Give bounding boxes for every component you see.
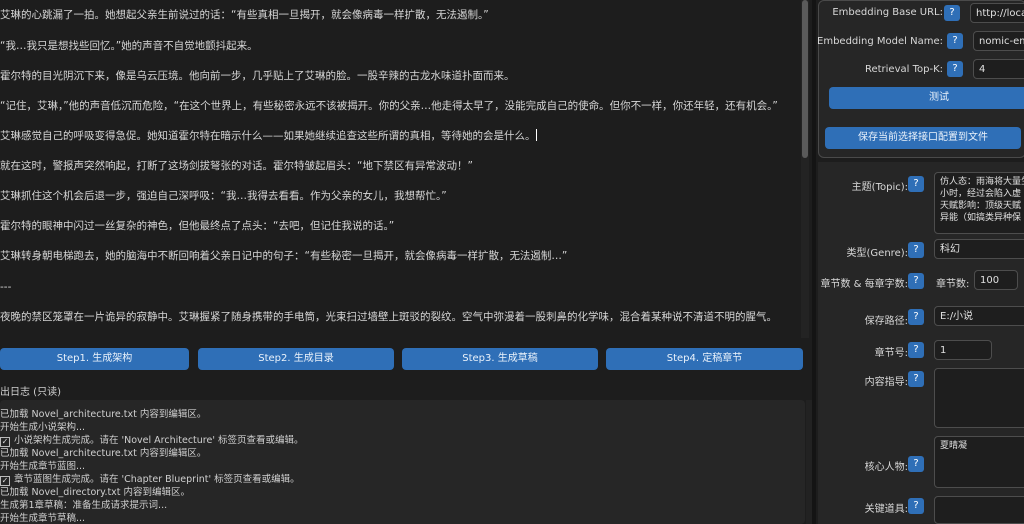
help-icon[interactable]: ? — [947, 33, 963, 49]
log-line-text: 开始生成章节蓝图... — [0, 461, 86, 472]
log-line: 已加载 Novel_architecture.txt 内容到编辑区。 — [0, 409, 206, 421]
chapter-number-input[interactable]: 1 — [934, 340, 992, 360]
log-label: 出日志 (只读) — [0, 387, 61, 398]
log-line-text: 生成第1章草稿：准备生成请求提示词... — [0, 500, 168, 511]
log-line: 开始生成小说架构... — [0, 422, 85, 434]
help-icon[interactable]: ? — [908, 456, 924, 472]
embedding-base-url-input[interactable]: http://local — [970, 3, 1024, 23]
step1-generate-architecture-button[interactable]: Step1. 生成架构 — [0, 348, 189, 370]
help-icon[interactable]: ? — [908, 371, 924, 387]
log-line-text: 已加载 Novel_architecture.txt 内容到编辑区。 — [0, 448, 207, 459]
editor-scrollbar[interactable] — [801, 0, 809, 338]
help-icon[interactable]: ? — [908, 176, 924, 192]
log-line-text: 章节蓝图生成完成。请在 'Chapter Blueprint' 标签页查看或编辑… — [14, 474, 300, 485]
core-characters-label: 核心人物: — [864, 462, 908, 473]
help-icon[interactable]: ? — [908, 242, 924, 258]
core-characters-textarea[interactable]: 夏晴凝 — [934, 436, 1024, 488]
retrieval-topk-label: Retrieval Top-K: — [864, 64, 943, 75]
log-line: ✓ 小说架构生成完成。请在 'Novel Architecture' 标签页查看或… — [0, 435, 303, 447]
embedding-model-input[interactable]: nomic-emb — [973, 31, 1024, 51]
editor-line: 夜晚的禁区笼罩在一片诡异的寂静中。艾琳握紧了随身携带的手电筒，光束扫过墙壁上斑驳… — [0, 311, 777, 323]
topic-label: 主题(Topic): — [851, 182, 908, 193]
editor-line: “我…我只是想找些回忆。”她的声音不自觉地颤抖起来。 — [0, 40, 258, 52]
text-caret — [535, 129, 537, 141]
editor-line: 艾琳转身朝电梯跑去，她的脑海中不断回响着父亲日记中的句子：“有些秘密一旦揭开，就… — [0, 250, 568, 262]
panel-divider[interactable] — [812, 0, 816, 524]
editor-line: 艾琳的心跳漏了一拍。她想起父亲生前说过的话：“有些真相一旦揭开，就会像病毒一样扩… — [0, 9, 489, 21]
content-guidance-label: 内容指导: — [864, 377, 908, 388]
key-items-textarea[interactable] — [934, 496, 1024, 524]
check-icon: ✓ — [0, 437, 10, 447]
log-line-text: 小说架构生成完成。请在 'Novel Architecture' 标签页查看或编… — [14, 435, 304, 446]
help-icon[interactable]: ? — [944, 5, 960, 21]
chapter-number-label: 章节号: — [874, 348, 908, 359]
log-line: 已加载 Novel_directory.txt 内容到编辑区。 — [0, 487, 190, 499]
log-line-text: 已加载 Novel_architecture.txt 内容到编辑区。 — [0, 409, 207, 420]
save-config-button[interactable]: 保存当前选择接口配置到文件 — [825, 127, 1021, 149]
test-button[interactable]: 测试 — [829, 87, 1024, 109]
step4-finalize-chapter-button[interactable]: Step4. 定稿章节 — [606, 348, 803, 370]
log-line: ✓ 章节蓝图生成完成。请在 'Chapter Blueprint' 标签页查看或编… — [0, 474, 300, 486]
log-line: 开始生成章节蓝图... — [0, 461, 85, 473]
editor-line: 霍尔特的眼神中闪过一丝复杂的神色，但他最终点了点头：“去吧，但记住我说的话。” — [0, 220, 395, 232]
editor-line: 艾琳抓住这个机会后退一步，强迫自己深呼吸：“我…我得去看看。作为父亲的女儿，我想… — [0, 190, 447, 202]
key-items-label: 关键道具: — [864, 504, 908, 515]
step3-generate-draft-button[interactable]: Step3. 生成草稿 — [402, 348, 598, 370]
editor-scrollbar-thumb[interactable] — [802, 0, 808, 158]
chapter-count-label: 章节数: — [936, 279, 970, 290]
step2-generate-directory-button[interactable]: Step2. 生成目录 — [198, 348, 394, 370]
embedding-base-url-label: Embedding Base URL: — [832, 7, 943, 18]
log-line: 开始生成章节草稿... — [0, 513, 85, 524]
novel-params-panel: 主题(Topic): ? 仿人态：雨海将大量生 小时，经过会陷入虚 天赋影响：顶… — [818, 162, 1024, 524]
chapter-editor[interactable]: 艾琳的心跳漏了一拍。她想起父亲生前说过的话：“有些真相一旦揭开，就会像病毒一样扩… — [0, 0, 800, 338]
chapters-label: 章节数 & 每章字数: — [820, 279, 908, 290]
editor-line: “记住，艾琳，”他的声音低沉而危险，“在这个世界上，有些秘密永远不该被揭开。你的… — [0, 100, 778, 112]
embedding-config-panel: Embedding Base URL: ? http://local Embed… — [817, 0, 1024, 158]
topic-textarea[interactable]: 仿人态：雨海将大量生 小时，经过会陷入虚 天赋影响：顶级天赋 异能（如搞类异种保 — [934, 172, 1024, 234]
save-path-label: 保存路径: — [864, 316, 908, 327]
genre-input[interactable]: 科幻 — [934, 239, 1024, 259]
retrieval-topk-input[interactable]: 4 — [973, 59, 1024, 79]
step-toolbar: Step1. 生成架构 Step2. 生成目录 Step3. 生成草稿 Step… — [0, 348, 805, 372]
log-line-text: 已加载 Novel_directory.txt 内容到编辑区。 — [0, 487, 191, 498]
help-icon[interactable]: ? — [908, 342, 924, 358]
log-line: 已加载 Novel_architecture.txt 内容到编辑区。 — [0, 448, 206, 460]
embedding-model-label: Embedding Model Name: — [817, 36, 943, 47]
check-icon: ✓ — [0, 476, 10, 486]
chapter-count-input[interactable]: 100 — [974, 270, 1018, 290]
editor-line: 艾琳感觉自己的呼吸变得急促。她知道霍尔特在暗示什么——如果她继续追查这些所谓的真… — [0, 129, 537, 143]
help-icon[interactable]: ? — [908, 498, 924, 514]
log-line-text: 开始生成小说架构... — [0, 422, 86, 433]
genre-label: 类型(Genre): — [846, 248, 908, 259]
save-path-input[interactable]: E:/小说 — [934, 306, 1024, 326]
editor-line: 就在这时，警报声突然响起，打断了这场剑拔弩张的对话。霍尔特皱起眉头：“地下禁区有… — [0, 160, 473, 172]
log-output[interactable]: 已加载 Novel_architecture.txt 内容到编辑区。 开始生成小… — [0, 400, 805, 524]
log-line: 生成第1章草稿：准备生成请求提示词... — [0, 500, 167, 512]
editor-line-text: 艾琳感觉自己的呼吸变得急促。她知道霍尔特在暗示什么——如果她继续追查这些所谓的真… — [0, 130, 536, 142]
content-guidance-textarea[interactable] — [934, 368, 1024, 428]
editor-line: 霍尔特的目光阴沉下来，像是乌云压境。他向前一步，几乎贴上了艾琳的脸。一股辛辣的古… — [0, 70, 515, 82]
help-icon[interactable]: ? — [947, 61, 963, 77]
log-line-text: 开始生成章节草稿... — [0, 513, 86, 524]
help-icon[interactable]: ? — [908, 273, 924, 289]
editor-line: --- — [0, 281, 12, 293]
help-icon[interactable]: ? — [908, 309, 924, 325]
